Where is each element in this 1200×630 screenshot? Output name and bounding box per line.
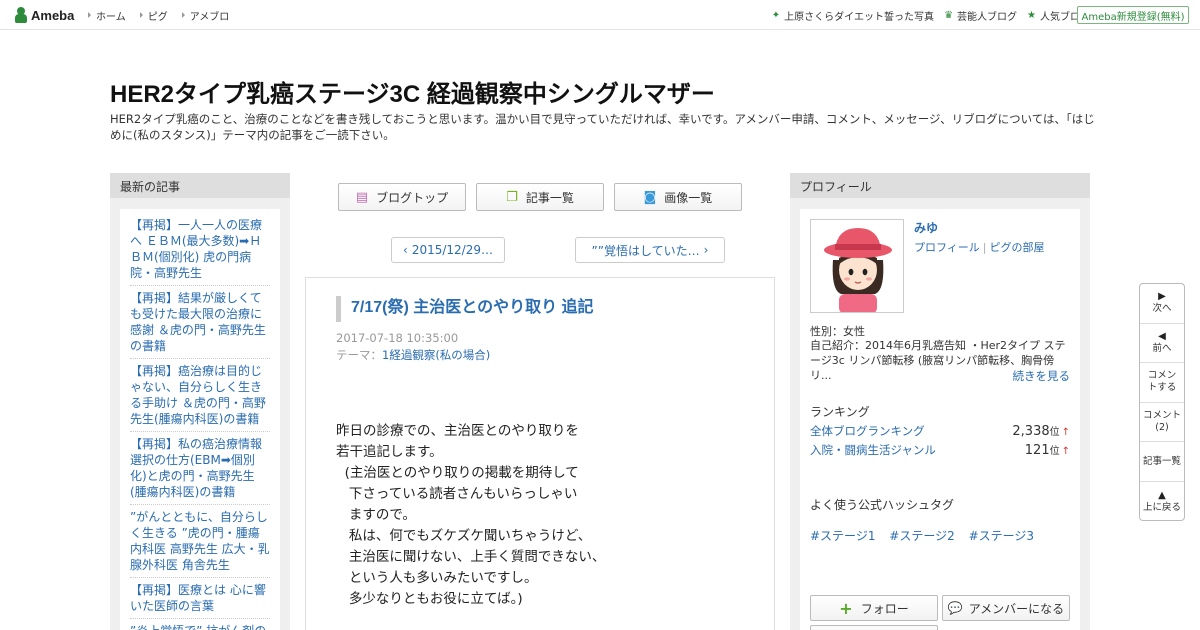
- ranking-heading: ランキング: [810, 405, 870, 419]
- nav-ameblo[interactable]: アメブロ: [182, 8, 230, 23]
- ranking-genre-value: 121位 ↑: [1024, 443, 1070, 458]
- register-button[interactable]: Ameba新規登録(無料): [1077, 6, 1189, 24]
- recent-articles-list: 【再掲】一人一人の医療へ ＥＢＭ(最大多数)➡Ｈ ＢＭ(個別化) 虎の門病院・高…: [120, 209, 280, 630]
- read-more-link[interactable]: 続きを見る: [1013, 368, 1071, 384]
- article-list-button[interactable]: 記事一覧: [1140, 442, 1184, 482]
- more-button[interactable]: [810, 625, 938, 630]
- speech-bubble-icon: 💬: [947, 601, 963, 615]
- ranking-row: 全体ブログランキング 2,338位 ↑: [810, 423, 1070, 439]
- article-title[interactable]: 7/17(祭) 主治医とのやり取り 追記: [336, 296, 756, 322]
- ranking-overall-value: 2,338位 ↑: [1012, 424, 1070, 439]
- recent-article-link[interactable]: ”炎上覚悟で” 抗がん剤の: [130, 619, 270, 630]
- profile-link[interactable]: プロフィール: [914, 241, 980, 254]
- nav-pig[interactable]: ピグ: [140, 8, 168, 23]
- arrow-left-icon: ◀: [1158, 330, 1166, 342]
- hashtag-link[interactable]: #ステージ2: [889, 529, 954, 543]
- hashtag-link[interactable]: #ステージ1: [810, 529, 875, 543]
- arrow-up-icon: ▲: [1158, 489, 1166, 501]
- article-body: 昨日の診療での、主治医とのやり取りを 若干追記します。 (主治医とのやり取りの掲…: [336, 423, 606, 607]
- recent-article-link[interactable]: 【再掲】医療とは 心に響いた医師の言葉: [130, 578, 270, 619]
- profile-panel: プロフィール みゆ プロフィール | ピグの部屋 性別：女性 自己紹介：2014…: [790, 173, 1090, 630]
- recent-article-link[interactable]: 【再掲】結果が厳しくても受けた最大限の治療に感謝 ＆虎の門・高野先生の書籍: [130, 286, 270, 359]
- trend-up-icon: ↑: [1061, 427, 1070, 438]
- blog-description: HER2タイプ乳癌のこと、治療のことなどを書き残しておこうと思います。温かい目で…: [110, 112, 1095, 142]
- article-theme: テーマ：1経過観察(私の場合): [336, 348, 491, 362]
- tab-article-list[interactable]: ❐ 記事一覧: [476, 183, 604, 211]
- recent-articles-heading: 最新の記事: [110, 173, 290, 198]
- profile-box: みゆ プロフィール | ピグの部屋 性別：女性 自己紹介：2014年6月乳癌告知 ・…: [800, 209, 1080, 630]
- profile-links: プロフィール | ピグの部屋: [914, 241, 1045, 254]
- star-icon: ★: [1027, 9, 1036, 21]
- ameba-mark-icon: [14, 7, 28, 23]
- avatar[interactable]: [810, 219, 904, 313]
- blog-title[interactable]: HER2タイプ乳癌ステージ3C 経過観察中シングルマザー: [110, 74, 1090, 109]
- prev-article-button[interactable]: ‹ 2015/12/29…: [391, 237, 505, 263]
- next-article-button[interactable]: ””覚悟はしていた… ›: [575, 237, 725, 263]
- document-icon: ▤: [355, 189, 369, 205]
- pig-room-link[interactable]: ピグの部屋: [990, 241, 1045, 254]
- comment-button[interactable]: コメントする: [1140, 363, 1184, 403]
- recent-article-link[interactable]: 【再掲】私の癌治療情報選択の仕方(EBM➡個別化)と虎の門・高野先生(腫瘍内科医…: [130, 432, 270, 505]
- hashtag-list: #ステージ1 #ステージ2 #ステージ3: [810, 527, 1044, 544]
- comments-count-button[interactable]: コメント(2): [1140, 403, 1184, 443]
- ranking-genre-link[interactable]: 入院・闘病生活ジャンル: [810, 442, 936, 458]
- avatar-illustration: [811, 220, 903, 312]
- prev-button[interactable]: ◀ 前へ: [1140, 324, 1184, 364]
- plus-icon: +: [839, 598, 853, 618]
- nav-home[interactable]: ホーム: [88, 8, 126, 23]
- tab-image-list[interactable]: ◙ 画像一覧: [614, 183, 742, 211]
- recent-article-link[interactable]: 【再掲】癌治療は目的じゃない、自分らしく生きる手助け ＆虎の門・高野先生(腫瘍内…: [130, 359, 270, 432]
- profile-name[interactable]: みゆ: [914, 219, 938, 236]
- floating-side-nav: ▶ 次へ ◀ 前へ コメントする コメント(2) 記事一覧 ▲ 上に戻る: [1139, 283, 1185, 521]
- article-theme-link[interactable]: 1経過観察(私の場合): [382, 348, 490, 362]
- article-date: 2017-07-18 10:35:00: [336, 331, 459, 345]
- chevron-left-icon: ‹: [403, 243, 408, 257]
- profile-heading: プロフィール: [790, 173, 1090, 198]
- recent-article-link[interactable]: ”がんとともに、自分らしく生きる ”虎の門・腫瘍内科医 高野先生 広大・乳腺外科…: [130, 505, 270, 578]
- recent-articles-panel: 最新の記事 【再掲】一人一人の医療へ ＥＢＭ(最大多数)➡Ｈ ＢＭ(個別化) 虎…: [110, 173, 290, 630]
- hashtag-link[interactable]: #ステージ3: [969, 529, 1034, 543]
- copy-icon: ❐: [506, 189, 518, 205]
- ranking-overall-link[interactable]: 全体ブログランキング: [810, 423, 925, 439]
- global-nav: ホーム ピグ アメブロ: [88, 0, 243, 30]
- tab-blog-top[interactable]: ▤ ブログトップ: [338, 183, 466, 211]
- sparkle-icon: ✦: [771, 9, 781, 21]
- arrow-right-icon: ▶: [1158, 291, 1166, 303]
- logo-text: Ameba: [31, 7, 75, 23]
- ameba-logo[interactable]: Ameba: [14, 6, 74, 24]
- article: 7/17(祭) 主治医とのやり取り 追記 2017-07-18 10:35:00…: [305, 277, 775, 630]
- profile-gender: 性別：女性: [810, 325, 865, 338]
- crown-icon: ♛: [944, 9, 954, 21]
- nav-celebrity-blog[interactable]: ♛ 芸能人ブログ: [944, 8, 1017, 23]
- nav-promo-photo[interactable]: ✦ 上原さくらダイエット誓った写真: [772, 8, 934, 23]
- camera-icon: ◙: [643, 189, 657, 205]
- recent-article-link[interactable]: 【再掲】一人一人の医療へ ＥＢＭ(最大多数)➡Ｈ ＢＭ(個別化) 虎の門病院・高…: [130, 213, 270, 286]
- follow-button[interactable]: + フォロー: [810, 595, 938, 621]
- promo-nav: ✦ 上原さくらダイエット誓った写真 ♛ 芸能人ブログ ★ 人気ブログ: [762, 0, 1090, 30]
- ranking-row: 入院・闘病生活ジャンル 121位 ↑: [810, 442, 1070, 458]
- chevron-right-icon: ›: [703, 243, 709, 257]
- next-button[interactable]: ▶ 次へ: [1140, 284, 1184, 324]
- trend-up-icon: ↑: [1061, 446, 1070, 457]
- top-bar: Ameba ホーム ピグ アメブロ ✦ 上原さくらダイエット誓った写真 ♛ 芸能人ブ…: [0, 0, 1200, 30]
- back-to-top-button[interactable]: ▲ 上に戻る: [1140, 482, 1184, 520]
- become-member-button[interactable]: 💬 アメンバーになる: [942, 595, 1070, 621]
- hashtag-heading: よく使う公式ハッシュタグ: [810, 498, 955, 512]
